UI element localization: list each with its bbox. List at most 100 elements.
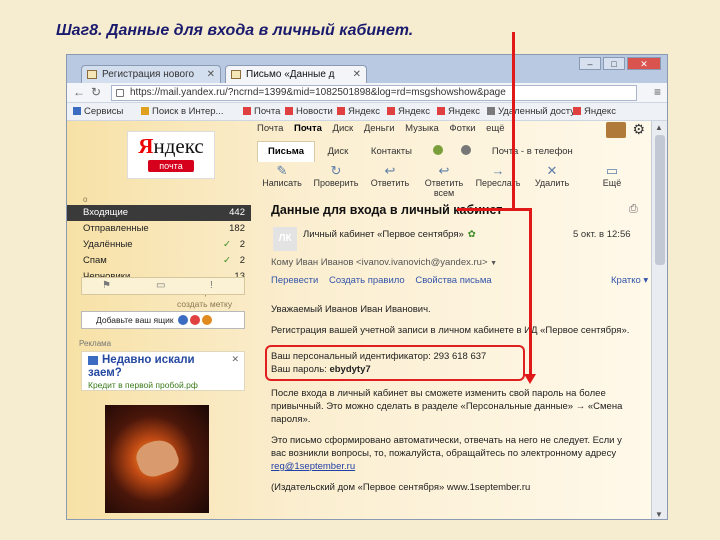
gmail-icon [189, 315, 200, 325]
properties-link[interactable]: Свойства письма [415, 275, 491, 286]
delete-button[interactable]: ✕ Удалить [527, 163, 577, 188]
close-window-icon[interactable]: ✕ [627, 57, 661, 70]
close-icon[interactable]: ✕ [353, 66, 361, 83]
service-link[interactable]: Фотки [449, 123, 475, 134]
service-link[interactable]: Почта [257, 123, 283, 134]
trash-icon: ✕ [546, 163, 558, 178]
folder-deleted[interactable]: Удалённые ✓ 2 [67, 237, 251, 253]
body-paragraph: Регистрация вашей учетной записи в лично… [271, 325, 630, 336]
url-text: https://mail.yandex.ru/?ncrnd=1399&mid=1… [130, 87, 506, 98]
scroll-thumb[interactable] [655, 135, 665, 265]
header-icons: ⚙ [606, 121, 645, 139]
scrollbar[interactable]: ▲ ▼ [651, 121, 667, 519]
tab-contacts[interactable]: Контакты [361, 142, 422, 162]
password-value: ebydyty7 [329, 364, 371, 375]
create-label-link[interactable]: создать метку [177, 299, 232, 309]
compose-button[interactable]: ✎ Написать [257, 163, 307, 188]
forward-icon: → [491, 163, 505, 178]
password-line: Ваш пароль: ebydyty7 [271, 364, 371, 375]
other-mail-icon [201, 315, 212, 325]
apple-icon[interactable] [461, 145, 472, 155]
tab-letters[interactable]: Письма [257, 141, 315, 162]
ad-link[interactable]: Кредит в первой пробой.рф [88, 380, 198, 390]
ad-image[interactable] [105, 405, 209, 513]
sender-name[interactable]: Личный кабинет «Первое сентября» ✿ [303, 229, 476, 240]
apps-icon [73, 107, 81, 115]
bookmark-item[interactable]: Удаленный доступ [487, 103, 580, 120]
gear-icon[interactable]: ⚙ [632, 121, 645, 137]
reload-icon[interactable]: ↻ [91, 85, 101, 99]
check-icon[interactable]: ✓ [223, 253, 231, 269]
reply-all-button[interactable]: ↩ Ответить всем [419, 163, 469, 198]
android-icon[interactable] [432, 145, 443, 155]
bookmark-item[interactable]: Яндекс [573, 103, 616, 120]
mailru-icon [177, 315, 188, 325]
mail-icon [231, 70, 241, 79]
service-link-current[interactable]: Почта [294, 123, 322, 134]
minimize-icon[interactable]: – [579, 57, 601, 70]
email-link[interactable]: reg@1september.ru [271, 461, 355, 472]
message-actions: Перевести Создать правило Свойства письм… [271, 275, 500, 286]
scroll-down-icon[interactable]: ▼ [655, 510, 663, 519]
pointer-arrow [529, 208, 532, 376]
remote-icon [487, 107, 495, 115]
new-folder-link[interactable]: о [67, 195, 251, 205]
tab-letter[interactable]: Письмо «Данные д ✕ [225, 65, 367, 83]
bookmark-item[interactable]: Почта [243, 103, 280, 120]
slide-title: Шаг8. Данные для входа в личный кабинет. [56, 22, 414, 39]
tab-disk[interactable]: Диск [318, 142, 359, 162]
check-button[interactable]: ↻ Проверить [311, 163, 361, 188]
back-icon[interactable]: ← [73, 85, 85, 99]
scroll-up-icon[interactable]: ▲ [655, 123, 663, 132]
more-icon: ▭ [605, 163, 619, 178]
avatar[interactable] [606, 122, 627, 139]
ad-title-2: заем? [88, 367, 122, 379]
service-link[interactable]: Деньги [364, 123, 395, 134]
service-link[interactable]: Диск [333, 123, 354, 134]
window-controls: – □ ✕ [577, 57, 661, 70]
reply-button[interactable]: ↩ Ответить [365, 163, 415, 188]
chevron-down-icon[interactable]: ▼ [490, 260, 497, 267]
bookmark-item[interactable]: Поиск в Интер... [141, 103, 223, 120]
more-button[interactable]: ▭ Ещё [587, 163, 637, 188]
service-link[interactable]: Музыка [405, 123, 439, 134]
bookmark-item[interactable]: Сервисы [73, 103, 123, 120]
translate-link[interactable]: Перевести [271, 275, 318, 286]
address-bar[interactable]: https://mail.yandex.ru/?ncrnd=1399&mid=1… [111, 85, 637, 101]
lock-icon [116, 89, 124, 97]
refresh-icon: ↻ [330, 163, 342, 178]
close-icon[interactable]: ✕ [207, 66, 215, 83]
forward-button[interactable]: → Переслать [473, 163, 523, 188]
create-rule-link[interactable]: Создать правило [329, 275, 405, 286]
bookmarks-bar: Сервисы Поиск в Интер... Почта Новости Я… [67, 103, 667, 121]
bookmark-item[interactable]: Яндекс [387, 103, 430, 120]
yandex-logo[interactable]: Яндекс почта [127, 131, 215, 179]
yandex-icon [337, 107, 345, 115]
close-icon[interactable]: ✕ [231, 354, 239, 365]
label-filters: ⚑ ▭ ! [81, 277, 245, 295]
tab-registration[interactable]: Регистрация нового ✕ [81, 65, 221, 83]
print-icon[interactable]: ⎙ [629, 203, 638, 216]
bookmark-item[interactable]: Новости [285, 103, 333, 120]
brief-link[interactable]: Кратко ▾ [611, 275, 648, 286]
attachment-icon[interactable]: ▭ [156, 280, 165, 291]
service-link[interactable]: ещё [486, 123, 504, 134]
add-mailbox-button[interactable]: Добавьте ваш ящик [81, 311, 245, 329]
recipient-line: Кому Иван Иванов <ivanov.ivanovich@yande… [271, 257, 498, 268]
bookmark-item[interactable]: Яндекс [337, 103, 380, 120]
folder-sent[interactable]: Отправленные 182 [67, 221, 251, 237]
tab-bar: Регистрация нового ✕ Письмо «Данные д ✕ … [67, 55, 667, 83]
yandex-icon [437, 107, 445, 115]
maximize-icon[interactable]: □ [603, 57, 625, 70]
ad-block[interactable]: Недавно искали заем? Кредит в первой про… [81, 351, 245, 391]
check-icon[interactable]: ✓ [223, 237, 231, 253]
important-icon[interactable]: ! [210, 280, 213, 291]
folder-inbox[interactable]: Входящие 442 [67, 205, 251, 221]
bookmark-item[interactable]: Яндекс [437, 103, 480, 120]
tab-mobile[interactable]: Почта - в телефон [482, 142, 583, 162]
wrench-icon[interactable]: ≡ [654, 85, 661, 99]
folder-spam[interactable]: Спам ✓ 2 [67, 253, 251, 269]
ad-image-hand [132, 435, 182, 481]
flag-icon[interactable]: ⚑ [102, 280, 111, 291]
mail-page: Почта Почта Диск Деньги Музыка Фотки ещё… [67, 121, 653, 519]
